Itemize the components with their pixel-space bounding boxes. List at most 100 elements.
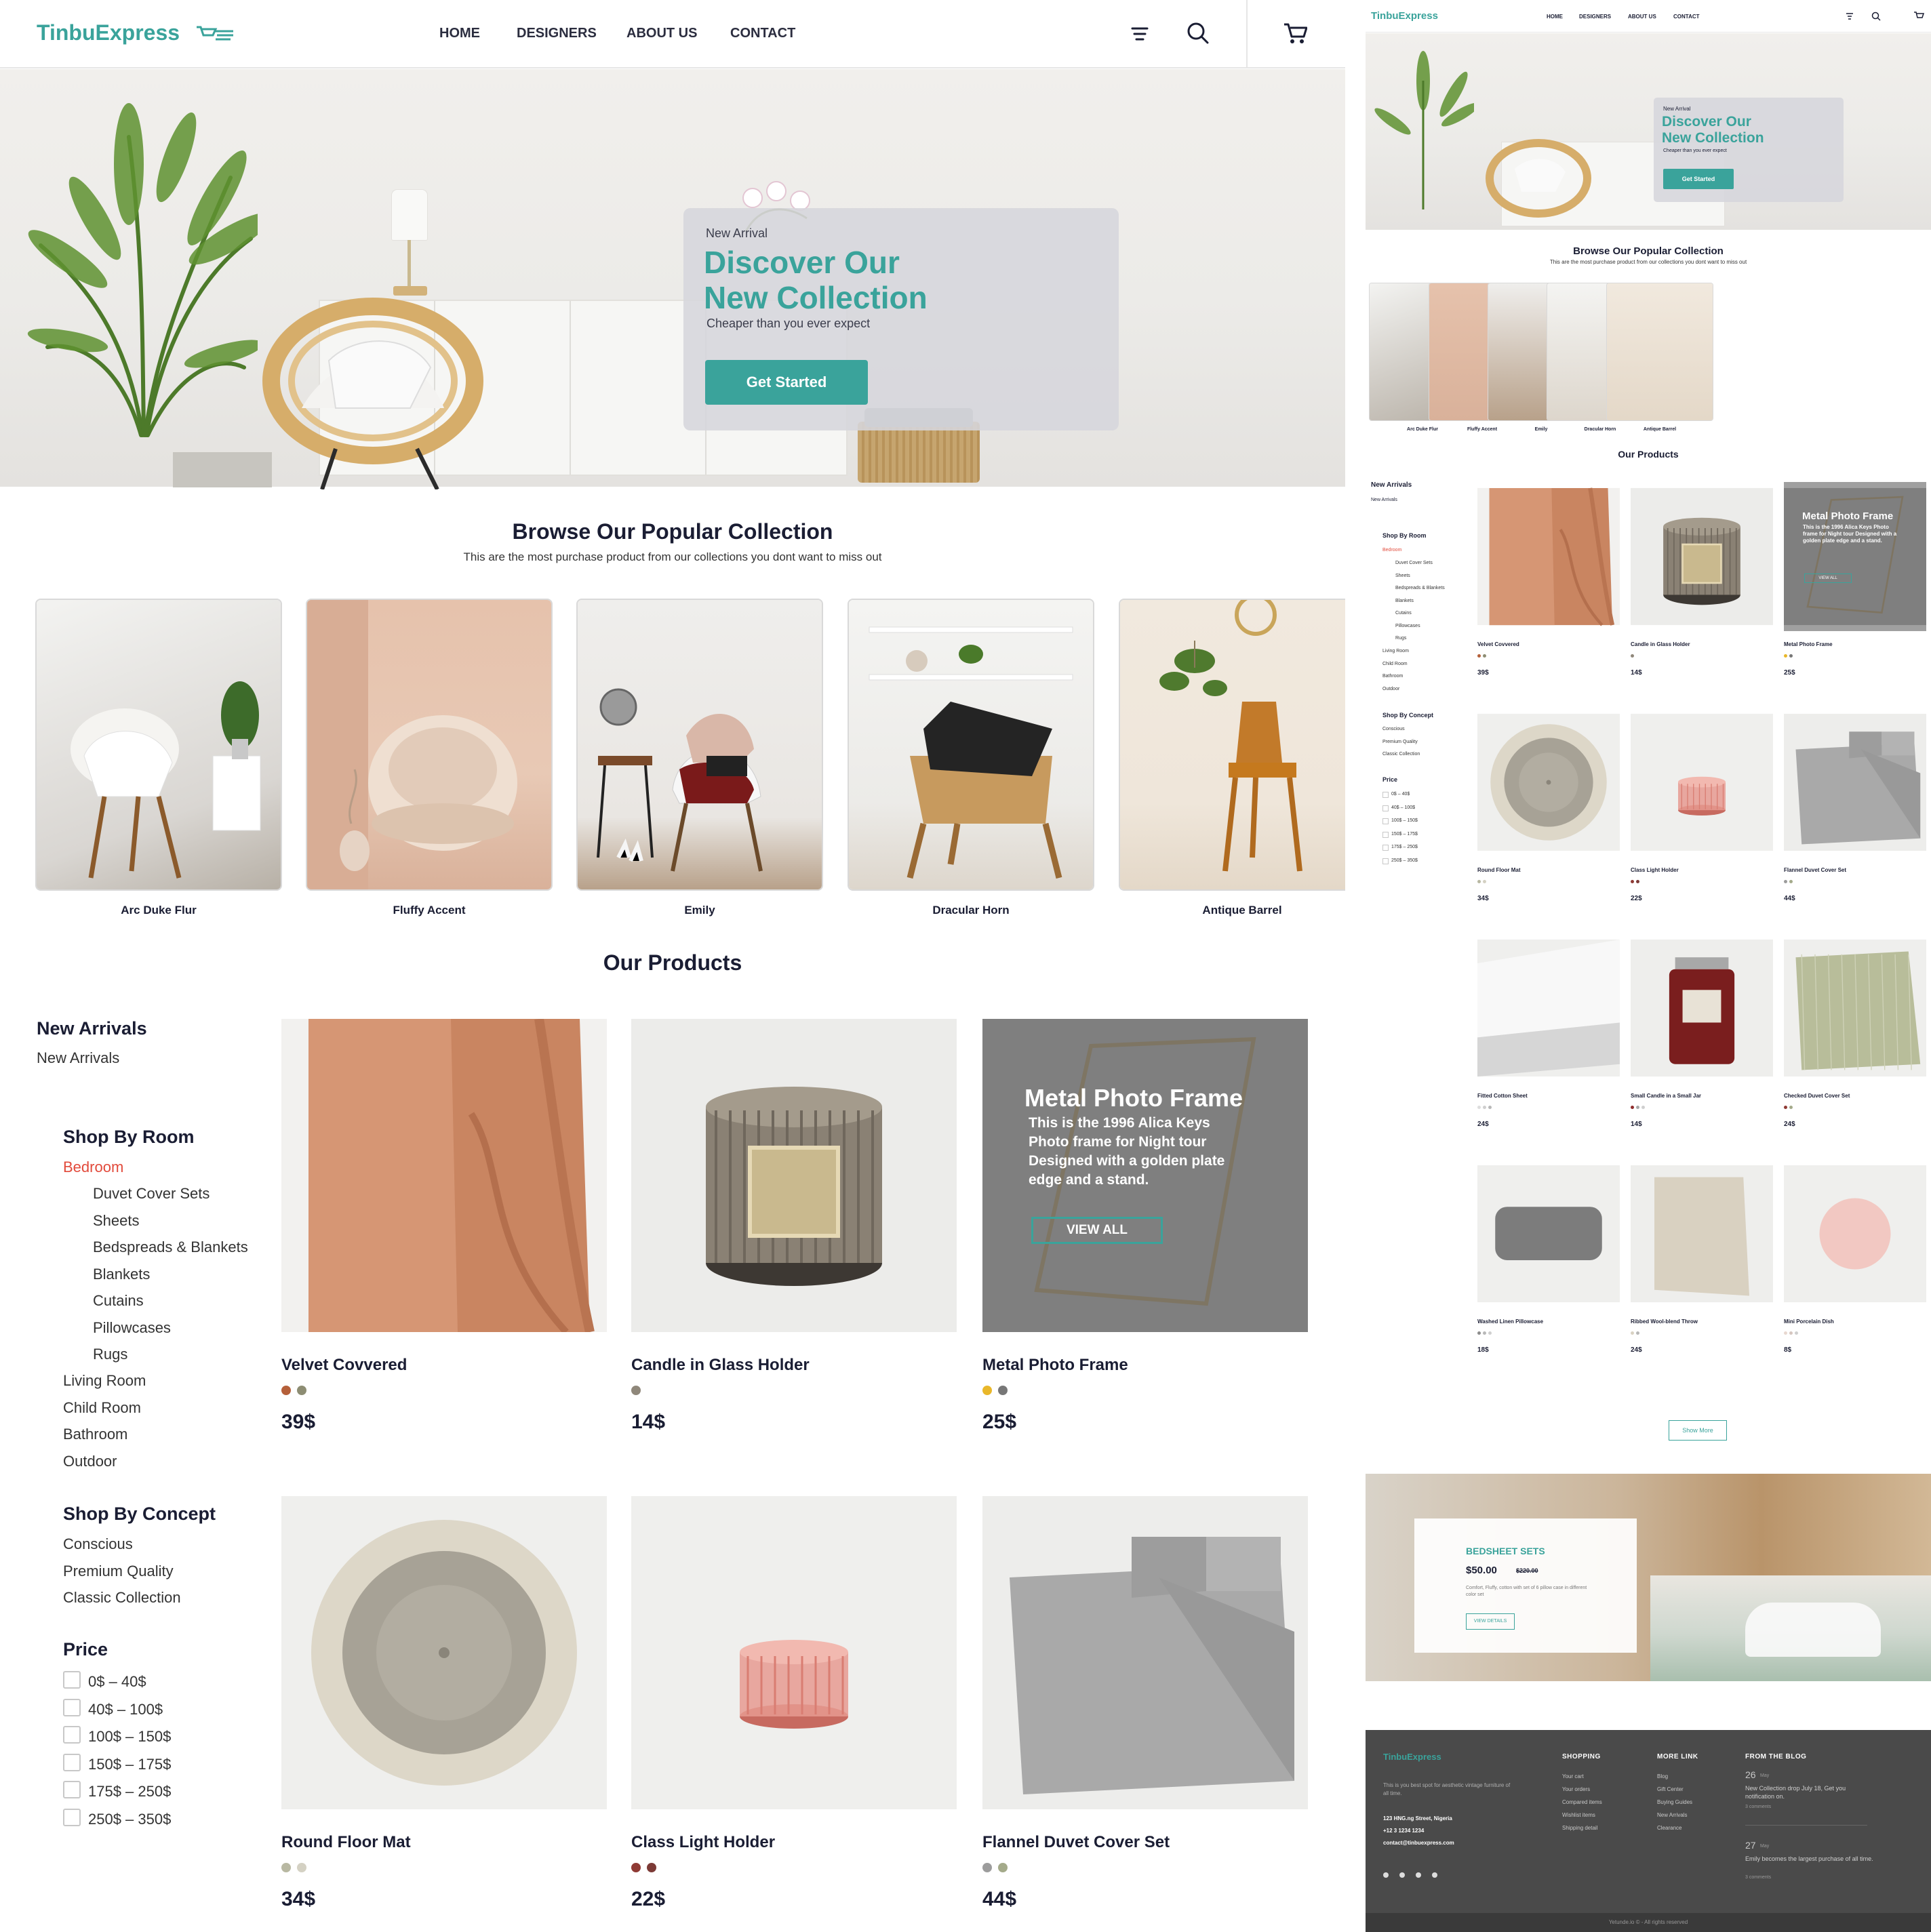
room-link[interactable]: Outdoor	[63, 1453, 117, 1470]
preview-product-image[interactable]	[1784, 933, 1926, 1083]
preview-color-swatch[interactable]	[1483, 880, 1486, 883]
nav-designers[interactable]: DESIGNERS	[517, 26, 597, 41]
product-name[interactable]: Flannel Duvet Cover Set	[982, 1833, 1170, 1852]
preview-product-name[interactable]: Fitted Cotton Sheet	[1477, 1093, 1528, 1099]
preview-product-image[interactable]	[1477, 1159, 1620, 1308]
blog-post-title[interactable]: New Collection drop July 18, Get you not…	[1745, 1784, 1874, 1800]
blog-post-comments[interactable]: 3 comments	[1745, 1875, 1771, 1880]
footer-shopping-link[interactable]: Compared items	[1562, 1799, 1602, 1805]
preview-room-subcategory[interactable]: Pillowcases	[1395, 624, 1420, 628]
twitter-icon[interactable]	[1399, 1872, 1405, 1878]
preview-color-swatch[interactable]	[1477, 654, 1481, 658]
preview-price-checkbox[interactable]	[1382, 818, 1389, 824]
preview-product-image[interactable]	[1631, 933, 1773, 1083]
preview-logo[interactable]: TinbuExpress	[1371, 10, 1438, 22]
preview-concept-link[interactable]: Classic Collection	[1382, 752, 1420, 757]
collection-card-image[interactable]	[1120, 600, 1345, 889]
preview-color-swatch[interactable]	[1795, 1331, 1798, 1335]
preview-price-checkbox[interactable]	[1382, 845, 1389, 851]
footer-email[interactable]: contact@tinbuexpress.com	[1383, 1840, 1454, 1846]
color-swatch[interactable]	[982, 1863, 992, 1872]
preview-room-link[interactable]: Bathroom	[1382, 674, 1403, 679]
preview-product-image[interactable]	[1631, 482, 1773, 631]
preview-color-swatch[interactable]	[1631, 880, 1634, 883]
preview-product-name[interactable]: Washed Linen Pillowcase	[1477, 1319, 1543, 1325]
concept-link[interactable]: Conscious	[63, 1535, 133, 1553]
preview-product-image[interactable]	[1477, 482, 1620, 631]
color-swatch[interactable]	[998, 1386, 1008, 1395]
preview-product-name[interactable]: Mini Porcelain Dish	[1784, 1319, 1834, 1325]
show-more-button[interactable]: Show More	[1669, 1420, 1727, 1441]
footer-more-link[interactable]: Gift Center	[1657, 1786, 1684, 1792]
preview-color-swatch[interactable]	[1483, 654, 1486, 658]
collection-card-image[interactable]	[849, 600, 1093, 889]
preview-color-swatch[interactable]	[1488, 1106, 1492, 1109]
collection-label[interactable]: Arc Duke Flur	[37, 904, 281, 917]
preview-color-swatch[interactable]	[1636, 1106, 1639, 1109]
product-image[interactable]	[281, 1019, 607, 1332]
color-swatch[interactable]	[281, 1386, 291, 1395]
room-subcategory-link[interactable]: Pillowcases	[93, 1319, 171, 1337]
footer-more-link[interactable]: Buying Guides	[1657, 1799, 1692, 1805]
nav-about[interactable]: ABOUT US	[626, 26, 697, 41]
product-image[interactable]	[982, 1496, 1308, 1809]
price-checkbox[interactable]	[63, 1671, 81, 1689]
preview-collection-image[interactable]	[1607, 283, 1713, 420]
get-started-button[interactable]: Get Started	[705, 360, 868, 405]
footer-more-link[interactable]: Clearance	[1657, 1825, 1681, 1831]
preview-color-swatch[interactable]	[1636, 880, 1639, 883]
room-bedroom-link[interactable]: Bedroom	[63, 1159, 123, 1176]
preview-cart-icon[interactable]	[1913, 11, 1924, 20]
menu-icon[interactable]	[1131, 26, 1149, 42]
nav-contact[interactable]: CONTACT	[730, 26, 795, 41]
room-subcategory-link[interactable]: Bedspreads & Blankets	[93, 1239, 248, 1256]
preview-product-name[interactable]: Class Light Holder	[1631, 867, 1679, 873]
logo[interactable]: TinbuExpress	[37, 20, 180, 45]
preview-product-name[interactable]: Round Floor Mat	[1477, 867, 1521, 873]
preview-menu-icon[interactable]	[1846, 12, 1854, 20]
price-checkbox[interactable]	[63, 1698, 81, 1716]
preview-concept-link[interactable]: Conscious	[1382, 727, 1405, 731]
color-swatch[interactable]	[281, 1863, 291, 1872]
preview-product-name[interactable]: Metal Photo Frame	[1784, 641, 1833, 647]
preview-color-swatch[interactable]	[1789, 880, 1793, 883]
preview-view-all-button[interactable]: VIEW ALL	[1804, 573, 1852, 583]
color-swatch[interactable]	[631, 1863, 641, 1872]
preview-room-link[interactable]: Child Room	[1382, 662, 1408, 666]
preview-color-swatch[interactable]	[1784, 1331, 1787, 1335]
color-swatch[interactable]	[647, 1863, 656, 1872]
product-name[interactable]: Velvet Covvered	[281, 1356, 407, 1375]
room-link[interactable]: Bathroom	[63, 1426, 127, 1443]
preview-color-swatch[interactable]	[1784, 1106, 1787, 1109]
product-name[interactable]: Metal Photo Frame	[982, 1356, 1128, 1375]
collection-label[interactable]: Emily	[578, 904, 822, 917]
concept-link[interactable]: Classic Collection	[63, 1589, 181, 1607]
preview-color-swatch[interactable]	[1789, 1106, 1793, 1109]
room-subcategory-link[interactable]: Cutains	[93, 1292, 144, 1310]
preview-search-icon[interactable]	[1871, 12, 1881, 21]
preview-price-checkbox[interactable]	[1382, 831, 1389, 838]
preview-room-link[interactable]: Living Room	[1382, 649, 1409, 653]
color-swatch[interactable]	[631, 1386, 641, 1395]
product-image[interactable]	[631, 1496, 957, 1809]
preview-room-bedroom[interactable]: Bedroom	[1382, 548, 1401, 552]
preview-nav-contact[interactable]: CONTACT	[1673, 14, 1700, 20]
product-name[interactable]: Candle in Glass Holder	[631, 1356, 810, 1375]
preview-color-swatch[interactable]	[1483, 1106, 1486, 1109]
preview-color-swatch[interactable]	[1477, 1331, 1481, 1335]
preview-color-swatch[interactable]	[1636, 1331, 1639, 1335]
footer-shopping-link[interactable]: Wishlist items	[1562, 1812, 1595, 1818]
collection-label[interactable]: Fluffy Accent	[307, 904, 551, 917]
preview-room-subcategory[interactable]: Duvet Cover Sets	[1395, 561, 1433, 565]
preview-color-swatch[interactable]	[1631, 654, 1634, 658]
preview-nav-about[interactable]: ABOUT US	[1628, 14, 1656, 20]
collection-label[interactable]: Dracular Horn	[849, 904, 1093, 917]
preview-hover-overlay[interactable]: Metal Photo Frame This is the 1996 Alica …	[1784, 482, 1926, 631]
room-link[interactable]: Child Room	[63, 1399, 141, 1417]
color-swatch[interactable]	[982, 1386, 992, 1395]
preview-product-image[interactable]	[1477, 933, 1620, 1083]
price-checkbox[interactable]	[63, 1726, 81, 1744]
preview-color-swatch[interactable]	[1784, 654, 1787, 658]
preview-price-checkbox[interactable]	[1382, 858, 1389, 864]
preview-product-image[interactable]	[1631, 708, 1773, 857]
